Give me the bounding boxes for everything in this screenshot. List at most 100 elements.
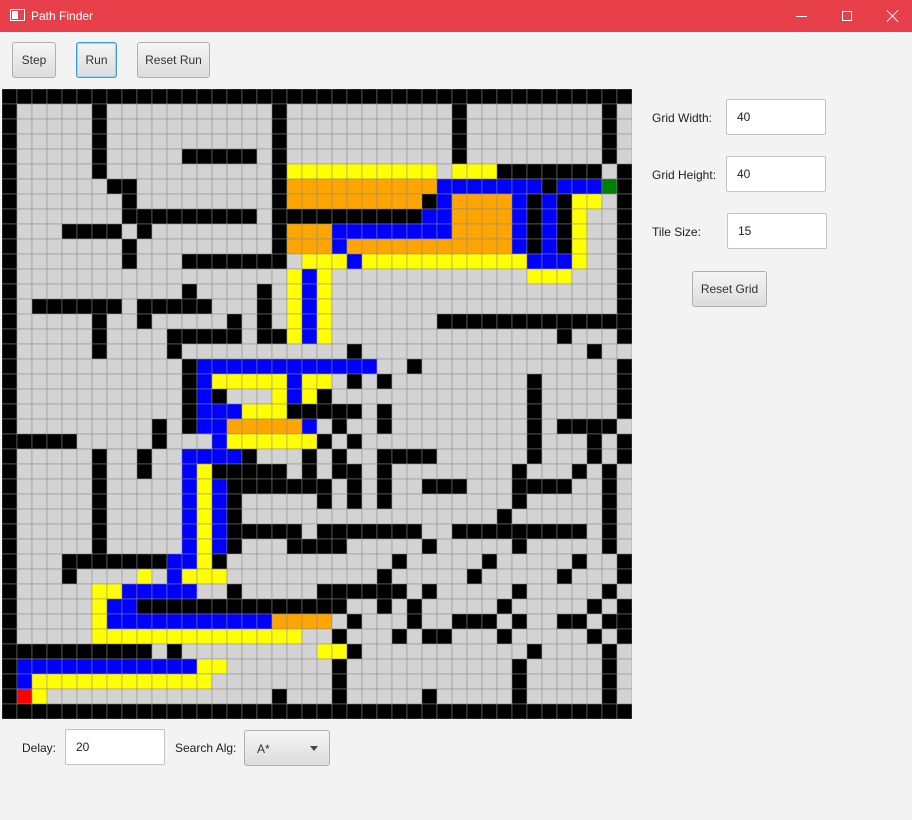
path-tile[interactable]: [106, 598, 123, 615]
empty-tile[interactable]: [571, 568, 588, 585]
wall-tile[interactable]: [406, 613, 423, 630]
empty-tile[interactable]: [571, 118, 588, 135]
empty-tile[interactable]: [406, 628, 423, 645]
empty-tile[interactable]: [481, 493, 498, 510]
empty-tile[interactable]: [241, 643, 258, 660]
empty-tile[interactable]: [601, 598, 618, 615]
empty-tile[interactable]: [406, 343, 423, 360]
frontier-tile[interactable]: [301, 433, 318, 450]
empty-tile[interactable]: [571, 283, 588, 300]
frontier-tile[interactable]: [256, 403, 273, 420]
wall-tile[interactable]: [2, 238, 18, 255]
path-tile[interactable]: [181, 493, 198, 510]
empty-tile[interactable]: [376, 658, 393, 675]
frontier-tile[interactable]: [211, 568, 228, 585]
empty-tile[interactable]: [361, 478, 378, 495]
empty-tile[interactable]: [211, 223, 228, 240]
empty-tile[interactable]: [91, 388, 108, 405]
wall-tile[interactable]: [121, 193, 138, 210]
empty-tile[interactable]: [391, 343, 408, 360]
wall-tile[interactable]: [331, 463, 348, 480]
empty-tile[interactable]: [421, 433, 438, 450]
empty-tile[interactable]: [46, 553, 63, 570]
empty-tile[interactable]: [391, 493, 408, 510]
empty-tile[interactable]: [361, 538, 378, 555]
frontier-tile[interactable]: [286, 163, 303, 180]
wall-tile[interactable]: [91, 223, 108, 240]
empty-tile[interactable]: [196, 313, 213, 330]
empty-tile[interactable]: [31, 208, 48, 225]
empty-tile[interactable]: [436, 118, 453, 135]
empty-tile[interactable]: [571, 268, 588, 285]
empty-tile[interactable]: [601, 163, 618, 180]
empty-tile[interactable]: [256, 208, 273, 225]
empty-tile[interactable]: [136, 163, 153, 180]
wall-tile[interactable]: [451, 103, 468, 120]
empty-tile[interactable]: [361, 613, 378, 630]
empty-tile[interactable]: [556, 508, 573, 525]
empty-tile[interactable]: [526, 508, 543, 525]
empty-tile[interactable]: [466, 493, 483, 510]
empty-tile[interactable]: [391, 358, 408, 375]
wall-tile[interactable]: [481, 89, 498, 105]
empty-tile[interactable]: [106, 493, 123, 510]
empty-tile[interactable]: [121, 463, 138, 480]
empty-tile[interactable]: [526, 103, 543, 120]
empty-tile[interactable]: [556, 343, 573, 360]
wall-tile[interactable]: [556, 328, 573, 345]
empty-tile[interactable]: [331, 283, 348, 300]
wall-tile[interactable]: [2, 148, 18, 165]
empty-tile[interactable]: [526, 583, 543, 600]
frontier-tile[interactable]: [196, 493, 213, 510]
empty-tile[interactable]: [121, 313, 138, 330]
empty-tile[interactable]: [121, 358, 138, 375]
wall-tile[interactable]: [271, 238, 288, 255]
empty-tile[interactable]: [16, 568, 33, 585]
wall-tile[interactable]: [571, 613, 588, 630]
empty-tile[interactable]: [511, 148, 528, 165]
empty-tile[interactable]: [166, 358, 183, 375]
empty-tile[interactable]: [601, 208, 618, 225]
wall-tile[interactable]: [241, 253, 258, 270]
wall-tile[interactable]: [496, 163, 513, 180]
wall-tile[interactable]: [496, 89, 513, 105]
empty-tile[interactable]: [106, 193, 123, 210]
empty-tile[interactable]: [136, 508, 153, 525]
wall-tile[interactable]: [181, 148, 198, 165]
wall-tile[interactable]: [496, 703, 513, 719]
empty-tile[interactable]: [541, 118, 558, 135]
path-tile[interactable]: [301, 358, 318, 375]
empty-tile[interactable]: [481, 343, 498, 360]
wall-tile[interactable]: [271, 223, 288, 240]
path-tile[interactable]: [361, 358, 378, 375]
empty-tile[interactable]: [586, 118, 603, 135]
frontier-tile[interactable]: [571, 208, 588, 225]
visited-tile[interactable]: [346, 193, 363, 210]
path-tile[interactable]: [196, 418, 213, 435]
wall-tile[interactable]: [511, 538, 528, 555]
wall-tile[interactable]: [616, 703, 632, 719]
empty-tile[interactable]: [586, 553, 603, 570]
frontier-tile[interactable]: [241, 403, 258, 420]
empty-tile[interactable]: [136, 238, 153, 255]
path-tile[interactable]: [136, 613, 153, 630]
empty-tile[interactable]: [391, 643, 408, 660]
empty-tile[interactable]: [556, 103, 573, 120]
wall-tile[interactable]: [616, 89, 632, 105]
wall-tile[interactable]: [376, 403, 393, 420]
wall-tile[interactable]: [316, 478, 333, 495]
empty-tile[interactable]: [76, 388, 93, 405]
frontier-tile[interactable]: [211, 658, 228, 675]
wall-tile[interactable]: [526, 643, 543, 660]
wall-tile[interactable]: [601, 148, 618, 165]
empty-tile[interactable]: [586, 523, 603, 540]
empty-tile[interactable]: [436, 583, 453, 600]
empty-tile[interactable]: [16, 388, 33, 405]
empty-tile[interactable]: [151, 238, 168, 255]
frontier-tile[interactable]: [316, 298, 333, 315]
empty-tile[interactable]: [61, 538, 78, 555]
wall-tile[interactable]: [211, 328, 228, 345]
wall-tile[interactable]: [541, 523, 558, 540]
wall-tile[interactable]: [556, 163, 573, 180]
empty-tile[interactable]: [226, 283, 243, 300]
